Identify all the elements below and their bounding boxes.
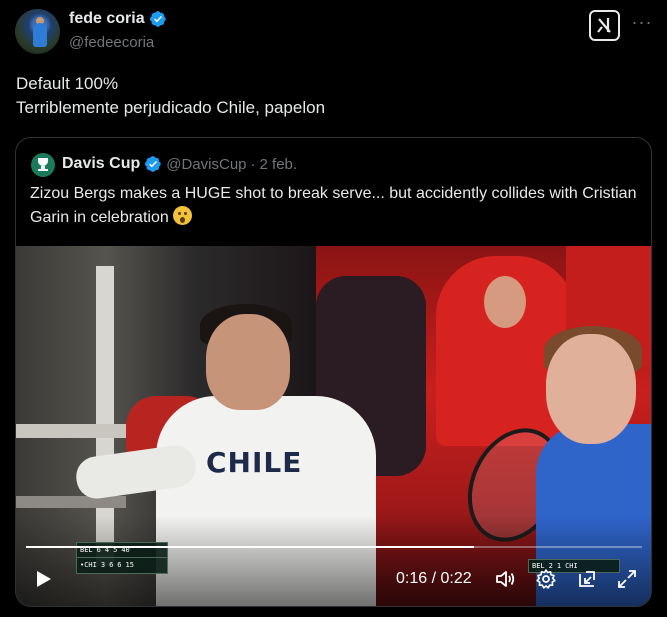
video-progress-bar[interactable] [26,546,642,548]
tweet-line: Terriblemente perjudicado Chile, papelon [16,98,326,117]
verified-badge-icon [149,11,166,27]
davis-cup-avatar[interactable] [31,153,55,177]
tweet-line: Default 100% [16,74,119,93]
fullscreen-icon[interactable] [616,568,638,590]
quoted-header: Davis Cup @DavisCup · 2 feb. [62,155,297,173]
video-progress-fill [26,546,474,548]
play-icon[interactable] [32,568,54,590]
quoted-date[interactable]: 2 feb. [260,156,298,173]
quoted-text: Zizou Bergs makes a HUGE shot to break s… [30,182,640,230]
quoted-handle[interactable]: @DavisCup [166,156,246,173]
author-display-name[interactable]: fede coria [69,10,145,28]
author-handle[interactable]: @fedeecoria [69,34,154,51]
grok-logo-icon [597,18,611,33]
astonished-face-emoji [173,206,193,225]
volume-icon[interactable] [494,568,516,590]
settings-gear-icon[interactable] [535,568,557,590]
scoreboard-row: •CHI 3 6 6 15 [77,557,167,572]
chile-shirt-text: CHILE [206,446,303,479]
quoted-text-body: Zizou Bergs makes a HUGE shot to break s… [30,185,637,226]
picture-in-picture-icon[interactable] [576,568,598,590]
quoted-tweet[interactable]: Davis Cup @DavisCup · 2 feb. Zizou Bergs… [15,137,652,607]
author-avatar[interactable] [15,9,60,54]
video-player[interactable]: CHILE BEL 6 4 5 40 •CHI 3 6 6 15 BEL 2 1… [16,246,651,606]
quoted-display-name[interactable]: Davis Cup [62,155,140,173]
author-name-row[interactable]: fede coria [69,10,167,28]
tweet-text: Default 100% Terriblemente perjudicado C… [16,72,325,120]
separator-dot: · [250,155,256,173]
video-timecode: 0:16 / 0:22 [396,570,472,587]
grok-icon[interactable] [589,10,620,41]
more-options-icon[interactable]: ··· [630,12,654,36]
verified-badge-icon [145,156,161,172]
